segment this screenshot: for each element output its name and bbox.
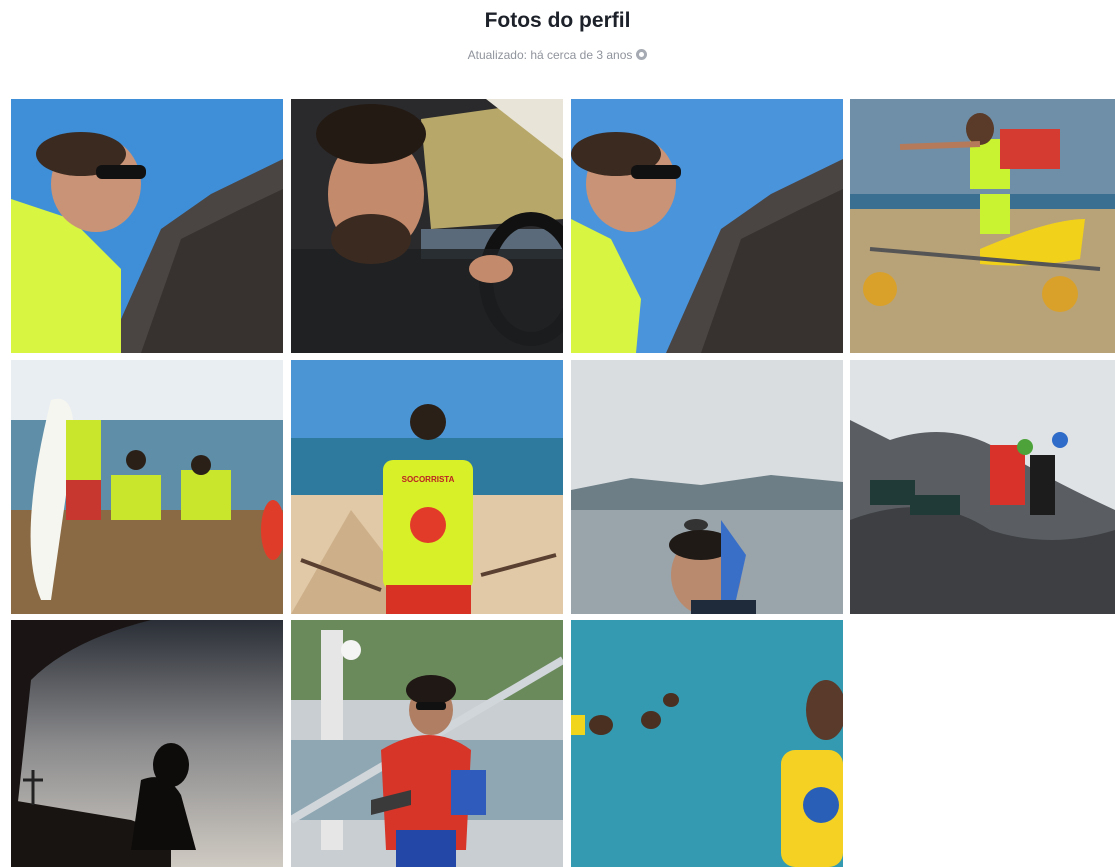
vest-text: SOCORRISTA: [402, 475, 455, 484]
globe-icon[interactable]: [636, 49, 648, 60]
photo-2[interactable]: [291, 99, 563, 353]
photo-11[interactable]: [571, 620, 843, 867]
photo-8[interactable]: [850, 360, 1115, 614]
photo-grid: SOCORRISTA: [11, 99, 1115, 867]
photo-5[interactable]: [11, 360, 283, 614]
photo-1[interactable]: [11, 99, 283, 353]
photo-4[interactable]: [850, 99, 1115, 353]
photo-10[interactable]: [291, 620, 563, 867]
photo-9[interactable]: [11, 620, 283, 867]
updated-text: Atualizado: há cerca de 3 anos: [467, 48, 633, 62]
photo-7[interactable]: [571, 360, 843, 614]
photo-6[interactable]: SOCORRISTA: [291, 360, 563, 614]
updated-info: Atualizado: há cerca de 3 anos: [0, 48, 1115, 62]
photo-3[interactable]: [571, 99, 843, 353]
page-title: Fotos do perfil: [484, 9, 631, 32]
